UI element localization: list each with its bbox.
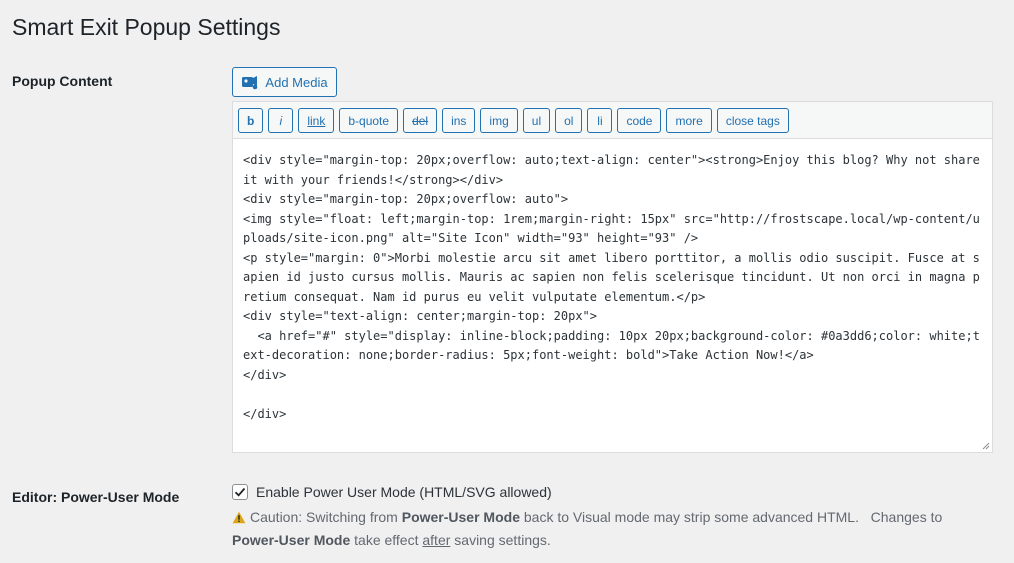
caution-note: Caution: Switching from Power-User Mode …	[232, 507, 992, 551]
power-user-label: Editor: Power-User Mode	[12, 489, 180, 505]
add-media-label: Add Media	[265, 74, 328, 90]
popup-content-label: Popup Content	[12, 73, 113, 89]
page-title: Smart Exit Popup Settings	[12, 14, 281, 40]
resize-handle-icon[interactable]	[982, 442, 990, 450]
quicktag-ins-button[interactable]: ins	[442, 108, 476, 133]
caution-bold-1: Power-User Mode	[401, 509, 520, 525]
caution-bold-2: Power-User Mode	[232, 532, 351, 548]
quicktag-del-button[interactable]: del	[403, 108, 438, 133]
power-user-checkbox-row: Enable Power User Mode (HTML/SVG allowed…	[232, 484, 552, 500]
quicktag-li-button[interactable]: li	[587, 108, 613, 133]
quicktag-b-quote-button[interactable]: b-quote	[339, 108, 399, 133]
quicktag-i-button[interactable]: i	[268, 108, 294, 133]
warning-icon	[232, 509, 246, 530]
caution-mid: back to Visual mode may strip some advan…	[519, 509, 947, 525]
caution-prefix: Caution: Switching from	[250, 509, 402, 525]
caution-after: after	[422, 532, 451, 548]
quicktags-toolbar: b i link b-quote del ins img ul ol li code more clos…	[233, 102, 992, 139]
add-media-button[interactable]: Add Media	[232, 67, 337, 97]
quicktag-img-button[interactable]: img	[480, 108, 518, 133]
checkmark-icon	[234, 487, 246, 497]
media-icon	[241, 74, 259, 90]
quicktag-ul-button[interactable]: ul	[522, 108, 551, 133]
quicktag-close-tags-button[interactable]: close tags	[716, 108, 789, 133]
caution-suffix: saving settings.	[450, 532, 551, 548]
power-user-checkbox[interactable]	[232, 484, 248, 500]
quicktag-link-button[interactable]: link	[298, 108, 335, 133]
quicktag-more-button[interactable]: more	[666, 108, 712, 133]
quicktag-code-button[interactable]: code	[617, 108, 662, 133]
html-editor: b i link b-quote del ins img ul ol li code more clos…	[232, 101, 993, 453]
quicktag-b-button[interactable]: b	[238, 108, 264, 133]
power-user-checkbox-label: Enable Power User Mode (HTML/SVG allowed…	[256, 484, 552, 500]
caution-mid-2: take effect	[350, 532, 423, 548]
quicktag-ol-button[interactable]: ol	[555, 108, 583, 133]
code-textarea[interactable]: <div style="margin-top: 20px;overflow: a…	[233, 139, 992, 452]
settings-page: Smart Exit Popup Settings Popup Content …	[0, 0, 1014, 563]
